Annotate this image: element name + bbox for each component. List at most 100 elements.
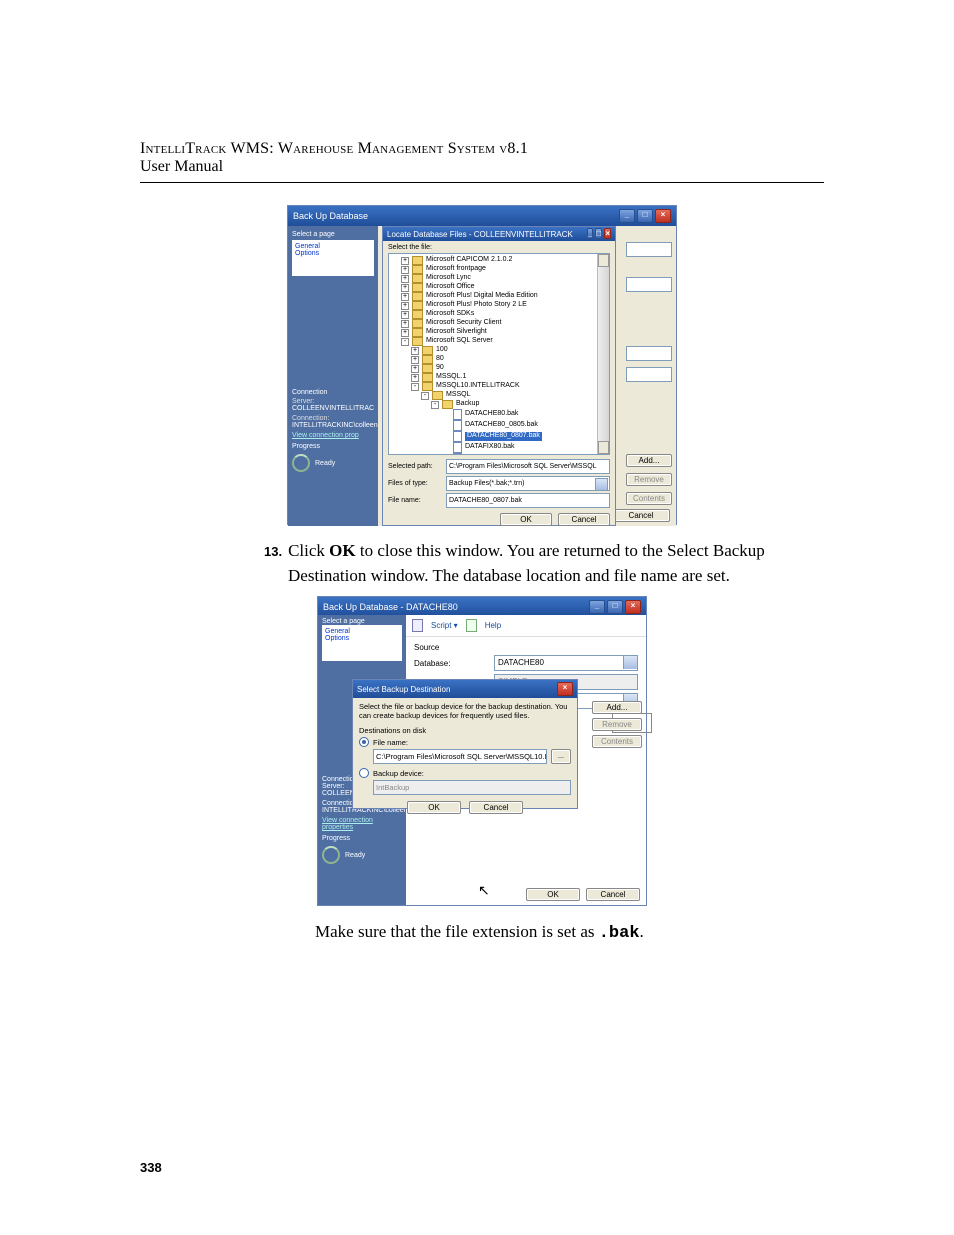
tree-folder[interactable]: + Microsoft frontpage xyxy=(391,265,607,274)
header-rule xyxy=(140,182,824,183)
ss2-sidebar-item-options[interactable]: Options xyxy=(325,635,399,642)
tree-item-label: Microsoft Plus! Photo Story 2 LE xyxy=(426,301,527,310)
script-link[interactable]: Script ▾ xyxy=(431,621,458,630)
folder-icon xyxy=(412,310,423,319)
tree-folder[interactable]: +Microsoft SDKs xyxy=(391,310,607,319)
backup-device-radio[interactable] xyxy=(359,768,369,778)
ss2-sidebar-item-general[interactable]: General xyxy=(325,628,399,635)
expand-icon[interactable]: + xyxy=(401,320,409,328)
ss2-ok-button[interactable]: OK xyxy=(526,888,580,901)
selected-path-field[interactable]: C:\Program Files\Microsoft SQL Server\MS… xyxy=(446,459,610,474)
tree-item-label: Backup xyxy=(456,400,479,409)
expand-icon[interactable]: + xyxy=(401,302,409,310)
tree-item-label: Microsoft frontpage xyxy=(426,265,486,274)
tree-folder[interactable]: +100 xyxy=(391,346,607,355)
expand-icon[interactable]: + xyxy=(401,275,409,283)
folder-icon xyxy=(422,373,433,382)
inner2-ok-button[interactable]: OK xyxy=(407,801,461,814)
dropdown-field-1[interactable] xyxy=(626,242,672,257)
tree-folder[interactable]: - Backup xyxy=(391,400,607,409)
expand-icon[interactable]: + xyxy=(401,293,409,301)
expand-icon[interactable]: + xyxy=(401,266,409,274)
file-path-field[interactable]: C:\Program Files\Microsoft SQL Server\MS… xyxy=(373,749,547,764)
expand-icon[interactable]: + xyxy=(401,329,409,337)
folder-icon xyxy=(442,400,453,409)
database-dropdown[interactable]: DATACHE80 xyxy=(494,655,638,671)
tree-folder[interactable]: -MSSQL xyxy=(391,391,607,400)
tree-folder[interactable]: -MSSQL10.INTELLITRACK xyxy=(391,382,607,391)
expand-icon[interactable]: + xyxy=(411,356,419,364)
close-icon[interactable]: × xyxy=(655,209,671,223)
tree-folder[interactable]: -Microsoft SQL Server xyxy=(391,337,607,346)
dlg-minimize-icon[interactable]: _ xyxy=(587,228,593,239)
tree-item-label: DATACHE80_0805.bak xyxy=(465,421,538,430)
tree-scrollbar[interactable] xyxy=(597,254,609,454)
tree-folder[interactable]: +Microsoft Silverlight xyxy=(391,328,607,337)
tree-folder[interactable]: +Microsoft CAPICOM 2.1.0.2 xyxy=(391,256,607,265)
tree-file[interactable]: DATACHE80.bak xyxy=(391,409,607,420)
tree-folder[interactable]: +Microsoft Office xyxy=(391,283,607,292)
tree-file[interactable]: DATAINE80.bak xyxy=(391,453,607,455)
inner2-close-icon[interactable]: × xyxy=(557,682,573,696)
expand-icon[interactable]: + xyxy=(411,347,419,355)
outer-cancel-button[interactable]: Cancel xyxy=(612,509,670,522)
tree-folder[interactable]: +Microsoft Lync xyxy=(391,274,607,283)
ss2-select-page-header: Select a page xyxy=(322,618,402,625)
file-name-radio[interactable] xyxy=(359,737,369,747)
file-name-field[interactable]: DATACHE80_0807.bak xyxy=(446,493,610,508)
file-tree[interactable]: +Microsoft CAPICOM 2.1.0.2+Microsoft fro… xyxy=(388,253,610,455)
step-text-bold: OK xyxy=(329,541,355,560)
file-icon xyxy=(453,442,462,453)
tree-folder[interactable]: +90 xyxy=(391,364,607,373)
sidebar-item-options[interactable]: Options xyxy=(295,250,371,257)
ss2-view-connection-link[interactable]: View connection properties xyxy=(322,817,402,831)
tree-item-label: 100 xyxy=(436,346,448,355)
tree-file[interactable]: DATACHE80_0805.bak xyxy=(391,420,607,431)
ss2-add-button[interactable]: Add... xyxy=(592,701,642,714)
dropdown-field-2[interactable] xyxy=(626,277,672,292)
tree-folder[interactable]: +80 xyxy=(391,355,607,364)
tree-file[interactable]: DATAFIX80.bak xyxy=(391,442,607,453)
expand-icon[interactable]: + xyxy=(411,374,419,382)
inner2-cancel-button[interactable]: Cancel xyxy=(469,801,523,814)
ss2-close-icon[interactable]: × xyxy=(625,600,641,614)
expand-icon[interactable]: + xyxy=(401,311,409,319)
dlg-close-icon[interactable]: × xyxy=(604,228,611,239)
files-of-type-dropdown[interactable]: Backup Files(*.bak;*.trn) xyxy=(446,476,610,491)
tree-folder[interactable]: +Microsoft Security Client xyxy=(391,319,607,328)
tree-file[interactable]: DATACHE80_0807.bak xyxy=(391,431,607,442)
tree-folder[interactable]: +MSSQL.1 xyxy=(391,373,607,382)
ss2-cancel-button[interactable]: Cancel xyxy=(586,888,640,901)
inner2-title: Select Backup Destination xyxy=(357,685,450,694)
expand-icon[interactable]: - xyxy=(421,392,429,400)
dlg-cancel-button[interactable]: Cancel xyxy=(558,513,610,526)
sidebar-item-general[interactable]: General xyxy=(295,243,371,250)
expand-icon[interactable]: + xyxy=(401,257,409,265)
ss2-minimize-icon[interactable]: _ xyxy=(589,600,605,614)
browse-button[interactable]: ... xyxy=(551,749,571,764)
expand-icon[interactable]: + xyxy=(401,284,409,292)
text-field-2[interactable] xyxy=(626,367,672,382)
expand-icon[interactable]: - xyxy=(431,401,439,409)
expand-icon[interactable]: - xyxy=(411,383,419,391)
connection-value: INTELLITRACKINC\colleen xyxy=(292,422,374,429)
dlg-ok-button[interactable]: OK xyxy=(500,513,552,526)
connection-label: Connection: xyxy=(292,415,374,422)
ss2-toolbar: Script ▾ Help xyxy=(406,615,646,637)
dlg-maximize-icon[interactable]: □ xyxy=(595,228,602,239)
tree-folder[interactable]: + Microsoft Plus! Photo Story 2 LE xyxy=(391,301,607,310)
select-backup-destination-dialog: Select Backup Destination × Select the f… xyxy=(352,679,578,809)
folder-icon xyxy=(422,355,433,364)
add-button[interactable]: Add... xyxy=(626,454,672,467)
maximize-icon[interactable]: □ xyxy=(637,209,653,223)
step-text-suffix: to close this window. You are returned t… xyxy=(288,541,765,585)
help-link[interactable]: Help xyxy=(485,621,501,630)
view-connection-link[interactable]: View connection prop xyxy=(292,432,374,439)
outer-right-panel: Add... Remove Contents Locate Database F… xyxy=(378,226,676,526)
expand-icon[interactable]: - xyxy=(401,338,409,346)
text-field-1[interactable] xyxy=(626,346,672,361)
minimize-icon[interactable]: _ xyxy=(619,209,635,223)
expand-icon[interactable]: + xyxy=(411,365,419,373)
tree-folder[interactable]: +Microsoft Plus! Digital Media Edition xyxy=(391,292,607,301)
ss2-maximize-icon[interactable]: □ xyxy=(607,600,623,614)
